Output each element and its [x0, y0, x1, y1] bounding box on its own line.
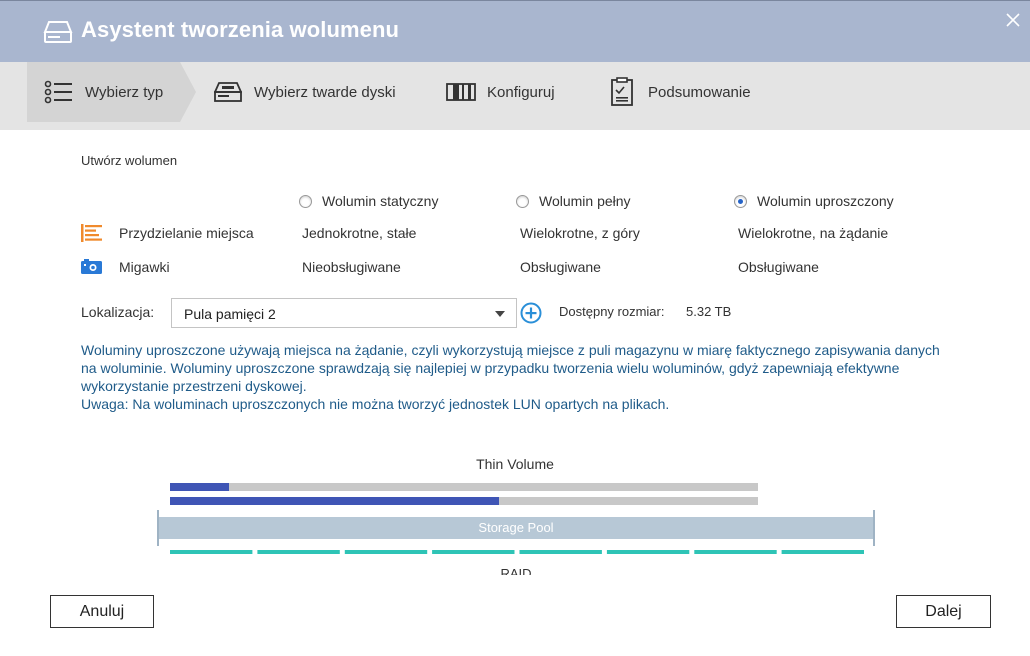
location-label: Lokalizacja:: [81, 304, 155, 320]
radio-label: Wolumin statyczny: [322, 193, 439, 209]
radio-button[interactable]: [299, 194, 312, 208]
snapshots-static: Nieobsługiwane: [302, 259, 401, 275]
storage-pool-left-edge: [157, 510, 159, 546]
raid-segment: [257, 550, 340, 554]
available-size-value: 5.32 TB: [686, 304, 732, 319]
allocation-static: Jednokrotne, stałe: [302, 225, 417, 241]
usage-bar-fill: [170, 483, 229, 491]
hard-drive-icon: [43, 21, 73, 43]
radio-thin-volume[interactable]: Wolumin uproszczony: [734, 193, 894, 209]
raid-segments: [170, 550, 864, 554]
window-titlebar: Asystent tworzenia wolumenu: [0, 0, 1030, 62]
camera-icon: [81, 259, 102, 274]
storage-pool-select[interactable]: Pula pamięci 2: [171, 298, 517, 328]
raid-segment: [170, 550, 253, 554]
available-size-label: Dostępny rozmiar:: [559, 304, 665, 319]
raid-segment: [781, 550, 864, 554]
raid-segment: [694, 550, 777, 554]
close-icon[interactable]: [1004, 11, 1022, 29]
description-text: Woluminy uproszczone używają miejsca na …: [81, 342, 940, 394]
snapshots-thick: Obsługiwane: [520, 259, 601, 275]
raid-label: RAID: [500, 566, 531, 575]
cancel-button[interactable]: Anuluj: [50, 595, 154, 628]
step-label: Konfiguruj: [487, 83, 555, 101]
allocation-icon: [81, 224, 102, 242]
row-label-allocation: Przydzielanie miejsca: [119, 225, 254, 241]
radio-button-checked[interactable]: [734, 194, 747, 208]
clipboard-icon: [606, 77, 638, 106]
row-label-snapshots: Migawki: [119, 259, 170, 275]
radio-button[interactable]: [516, 194, 529, 208]
usage-bar-track: [170, 483, 758, 491]
radio-static-volume[interactable]: Wolumin statyczny: [299, 193, 438, 209]
wizard-content: Utwórz wolumen Wolumin statyczny Wolumin…: [0, 130, 1030, 656]
raid-segment: [606, 550, 690, 554]
section-title: Utwórz wolumen: [81, 153, 178, 168]
hard-drive-icon: [212, 78, 244, 106]
allocation-thick: Wielokrotne, z góry: [520, 225, 640, 241]
list-icon: [43, 78, 75, 106]
raid-segment: [432, 550, 515, 554]
step-configure[interactable]: Konfiguruj: [445, 62, 555, 122]
snapshots-thin: Obsługiwane: [738, 259, 819, 275]
radio-label: Wolumin uproszczony: [757, 193, 894, 209]
radio-thick-volume[interactable]: Wolumin pełny: [516, 193, 631, 209]
usage-bar-fill: [170, 497, 499, 505]
storage-pool-right-edge: [873, 510, 875, 546]
volume-description: Woluminy uproszczone używają miejsca na …: [81, 341, 951, 413]
select-value: Pula pamięci 2: [184, 306, 276, 322]
chevron-down-icon: [495, 311, 505, 317]
raid-segment: [344, 550, 428, 554]
step-label: Wybierz typ: [85, 83, 164, 101]
step-select-type[interactable]: Wybierz typ: [43, 62, 163, 122]
step-select-disks[interactable]: Wybierz twarde dyski: [212, 62, 396, 122]
step-summary[interactable]: Podsumowanie: [606, 62, 751, 122]
plus-circle-icon[interactable]: [520, 302, 542, 324]
diagram-title: Thin Volume: [476, 456, 554, 472]
configure-icon: [445, 78, 477, 106]
raid-segment: [519, 550, 602, 554]
wizard-steps: Wybierz typ Wybierz twarde dyski Konfigu…: [0, 62, 1030, 130]
thin-volume-diagram: Storage Pool RAID: [157, 483, 875, 575]
allocation-thin: Wielokrotne, na żądanie: [738, 225, 889, 241]
window-title: Asystent tworzenia wolumenu: [81, 17, 400, 42]
description-note: Uwaga: Na woluminach uproszczonych nie m…: [81, 396, 670, 412]
storage-pool-label: Storage Pool: [478, 520, 553, 535]
next-button[interactable]: Dalej: [896, 595, 991, 628]
step-label: Podsumowanie: [648, 83, 751, 101]
step-label: Wybierz twarde dyski: [254, 83, 396, 101]
radio-label: Wolumin pełny: [539, 193, 631, 209]
